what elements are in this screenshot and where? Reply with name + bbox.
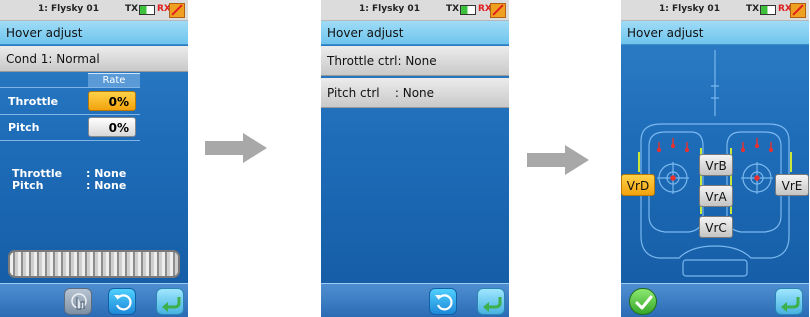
arrow-right-icon [527, 145, 589, 175]
tx-label: TX [746, 4, 760, 14]
arrow-right-icon [205, 133, 267, 163]
divider [0, 87, 140, 88]
status-bar: 1: Flysky 01 TX RX [0, 0, 188, 21]
pitch-label: Pitch [8, 121, 40, 134]
roller-wheel[interactable] [8, 250, 180, 278]
pitch-ctrl-value: : None [86, 179, 127, 192]
model-name: 1: Flysky 01 [38, 4, 99, 14]
back-icon[interactable] [775, 288, 803, 315]
model-name: 1: Flysky 01 [659, 4, 720, 14]
screen-hover-adjust-controls: 1: Flysky 01 TX RX Hover adjust Throttle… [321, 0, 509, 317]
page-title: Hover adjust [0, 21, 188, 45]
tx-label: TX [125, 4, 139, 14]
throttle-rate-value[interactable]: 0% [88, 91, 136, 111]
touch-icon[interactable] [64, 288, 92, 315]
condition-selector[interactable]: Cond 1: Normal [0, 46, 188, 72]
status-bar: 1: Flysky 01 TX RX [621, 0, 809, 21]
undo-icon[interactable] [108, 288, 136, 315]
page-title: Hover adjust [621, 21, 809, 45]
pitch-ctrl-label: Pitch [12, 179, 44, 192]
undo-icon[interactable] [429, 288, 457, 315]
knob-vra-button[interactable]: VrA [699, 185, 733, 207]
pitch-rate-value[interactable]: 0% [88, 117, 136, 137]
footer-bar [621, 283, 809, 317]
page-title: Hover adjust [321, 21, 509, 45]
screen-hover-adjust-knob-select: 1: Flysky 01 TX RX Hover adjust VrB VrA … [621, 0, 809, 317]
knob-vrb-button[interactable]: VrB [699, 154, 733, 176]
model-name: 1: Flysky 01 [359, 4, 420, 14]
screen-hover-adjust-main: 1: Flysky 01 TX RX Hover adjust Cond 1: … [0, 0, 188, 317]
footer-bar [321, 283, 509, 317]
back-icon[interactable] [477, 288, 505, 315]
back-icon[interactable] [156, 288, 184, 315]
divider [0, 140, 140, 141]
throttle-ctrl-item[interactable]: Throttle ctrl: None [321, 46, 509, 76]
throttle-label: Throttle [8, 95, 59, 108]
no-signal-icon [490, 3, 506, 18]
footer-bar [0, 283, 188, 317]
knob-vre-button[interactable]: VrE [775, 174, 809, 196]
tx-label: TX [446, 4, 460, 14]
battery-icon [760, 5, 776, 15]
no-signal-icon [790, 3, 806, 18]
knob-vrc-button[interactable]: VrC [699, 216, 733, 238]
battery-icon [460, 5, 476, 15]
battery-icon [139, 5, 155, 15]
no-signal-icon [169, 3, 185, 18]
rate-column-header: Rate [88, 73, 140, 87]
pitch-ctrl-item[interactable]: Pitch ctrl : None [321, 78, 509, 108]
knob-vrd-button[interactable]: VrD [621, 174, 655, 196]
confirm-icon[interactable] [629, 288, 657, 315]
status-bar: 1: Flysky 01 TX RX [321, 0, 509, 21]
divider [0, 114, 140, 115]
